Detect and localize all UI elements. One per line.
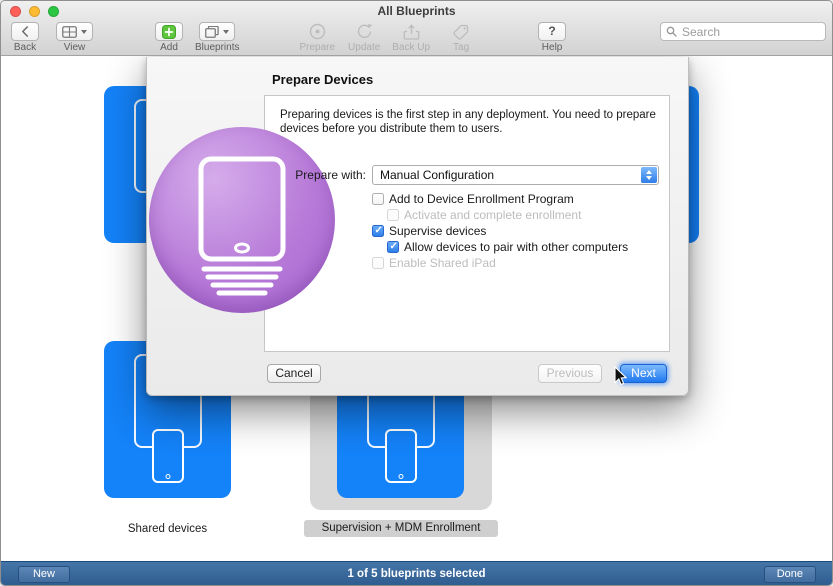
toolbar-help-button[interactable]: ? Help bbox=[538, 22, 566, 53]
add-plus-icon[interactable] bbox=[155, 22, 183, 41]
chevron-down-icon bbox=[223, 30, 229, 34]
search-icon bbox=[666, 26, 677, 37]
app-window: All Blueprints Back View Add bbox=[0, 0, 833, 586]
checkbox-label: Add to Device Enrollment Program bbox=[389, 192, 574, 206]
toolbar-backup-label: Back Up bbox=[392, 42, 430, 53]
previous-button: Previous bbox=[538, 364, 602, 383]
done-button[interactable]: Done bbox=[764, 566, 816, 583]
search-input[interactable] bbox=[661, 24, 825, 41]
help-question-icon[interactable]: ? bbox=[538, 22, 566, 41]
titlebar: All Blueprints bbox=[1, 1, 832, 21]
zoom-window-button[interactable] bbox=[48, 6, 59, 17]
toolbar-backup-button: Back Up bbox=[392, 22, 430, 53]
iphone-outline-icon bbox=[152, 429, 184, 483]
checkbox-label: Activate and complete enrollment bbox=[404, 208, 581, 222]
prepare-circle-icon bbox=[303, 22, 331, 41]
toolbar-prepare-button: Prepare bbox=[299, 22, 335, 53]
toolbar-add-button[interactable]: Add bbox=[155, 22, 183, 53]
prepare-with-select[interactable]: Manual Configuration bbox=[372, 165, 659, 185]
iphone-outline-icon bbox=[385, 429, 417, 483]
toolbar-back-label: Back bbox=[14, 42, 36, 53]
checkbox-activate-and-complete-enrollment: Activate and complete enrollment bbox=[387, 207, 628, 223]
checkbox-supervise-devices[interactable]: Supervise devices bbox=[372, 223, 628, 239]
prepare-with-value: Manual Configuration bbox=[373, 166, 658, 184]
toolbar-help-label: Help bbox=[542, 42, 563, 53]
prepare-devices-icon bbox=[149, 127, 335, 313]
close-window-button[interactable] bbox=[10, 6, 21, 17]
blueprint-label-shared-devices: Shared devices bbox=[104, 523, 231, 535]
toolbar-blueprints-label: Blueprints bbox=[195, 42, 239, 53]
checkbox-box bbox=[372, 257, 384, 269]
minimize-window-button[interactable] bbox=[29, 6, 40, 17]
cancel-button[interactable]: Cancel bbox=[267, 364, 321, 383]
toolbar-tag-button: Tag bbox=[447, 22, 475, 53]
checkbox-label: Allow devices to pair with other compute… bbox=[404, 240, 628, 254]
search-field[interactable] bbox=[660, 22, 826, 41]
toolbar-blueprints-button[interactable]: Blueprints bbox=[195, 22, 239, 53]
toolbar-prepare-label: Prepare bbox=[299, 42, 335, 53]
checkbox-group: Add to Device Enrollment Program Activat… bbox=[372, 191, 628, 271]
backup-arrow-icon bbox=[397, 22, 425, 41]
window-title: All Blueprints bbox=[1, 1, 832, 21]
checkbox-box[interactable] bbox=[372, 193, 384, 205]
stepper-icon[interactable] bbox=[641, 167, 657, 183]
traffic-lights bbox=[10, 6, 59, 17]
toolbar-back-button[interactable]: Back bbox=[11, 22, 39, 53]
home-button-icon bbox=[398, 474, 403, 479]
toolbar-update-label: Update bbox=[348, 42, 380, 53]
checkbox-add-to-device-enrollment-program[interactable]: Add to Device Enrollment Program bbox=[372, 191, 628, 207]
back-chevron-icon[interactable] bbox=[11, 22, 39, 41]
checkbox-label: Supervise devices bbox=[389, 224, 486, 238]
toolbar-add-label: Add bbox=[160, 42, 178, 53]
checkbox-box[interactable] bbox=[387, 241, 399, 253]
chevron-up-icon bbox=[646, 170, 652, 174]
checkbox-allow-devices-to-pair[interactable]: Allow devices to pair with other compute… bbox=[387, 239, 628, 255]
selection-status-text: 1 of 5 blueprints selected bbox=[1, 562, 832, 586]
chevron-down-icon bbox=[81, 30, 87, 34]
prepare-with-row: Prepare with: Manual Configuration bbox=[264, 165, 670, 185]
home-button-icon bbox=[165, 474, 170, 479]
chevron-down-icon bbox=[646, 176, 652, 180]
checkbox-enable-shared-ipad: Enable Shared iPad bbox=[372, 255, 628, 271]
update-refresh-icon bbox=[350, 22, 378, 41]
blueprints-grid: Shared devices Supervision + MDM Enrollm… bbox=[1, 56, 832, 561]
next-button[interactable]: Next bbox=[620, 364, 667, 383]
window-header: All Blueprints Back View Add bbox=[1, 1, 832, 56]
dialog-title: Prepare Devices bbox=[272, 72, 373, 87]
toolbar-view-label: View bbox=[64, 42, 86, 53]
statusbar: New 1 of 5 blueprints selected Done bbox=[1, 561, 832, 586]
toolbar-tag-label: Tag bbox=[453, 42, 469, 53]
checkbox-box[interactable] bbox=[372, 225, 384, 237]
new-blueprint-button[interactable]: New bbox=[18, 566, 70, 583]
toolbar: Back View Add Blueprin bbox=[1, 21, 832, 55]
tag-icon bbox=[447, 22, 475, 41]
toolbar-view-button[interactable]: View bbox=[56, 22, 93, 53]
checkbox-label: Enable Shared iPad bbox=[389, 256, 496, 270]
blueprint-label-supervision-mdm: Supervision + MDM Enrollment bbox=[304, 520, 498, 537]
blueprints-icon[interactable] bbox=[199, 22, 235, 41]
toolbar-update-button: Update bbox=[348, 22, 380, 53]
prepare-devices-dialog: Prepare Devices Preparing devices is the… bbox=[146, 57, 689, 396]
question-mark-glyph: ? bbox=[548, 23, 555, 40]
view-grid-icon[interactable] bbox=[56, 22, 93, 41]
prepare-with-label: Prepare with: bbox=[264, 165, 366, 185]
dialog-intro-text: Preparing devices is the first step in a… bbox=[280, 108, 656, 136]
checkbox-box bbox=[387, 209, 399, 221]
